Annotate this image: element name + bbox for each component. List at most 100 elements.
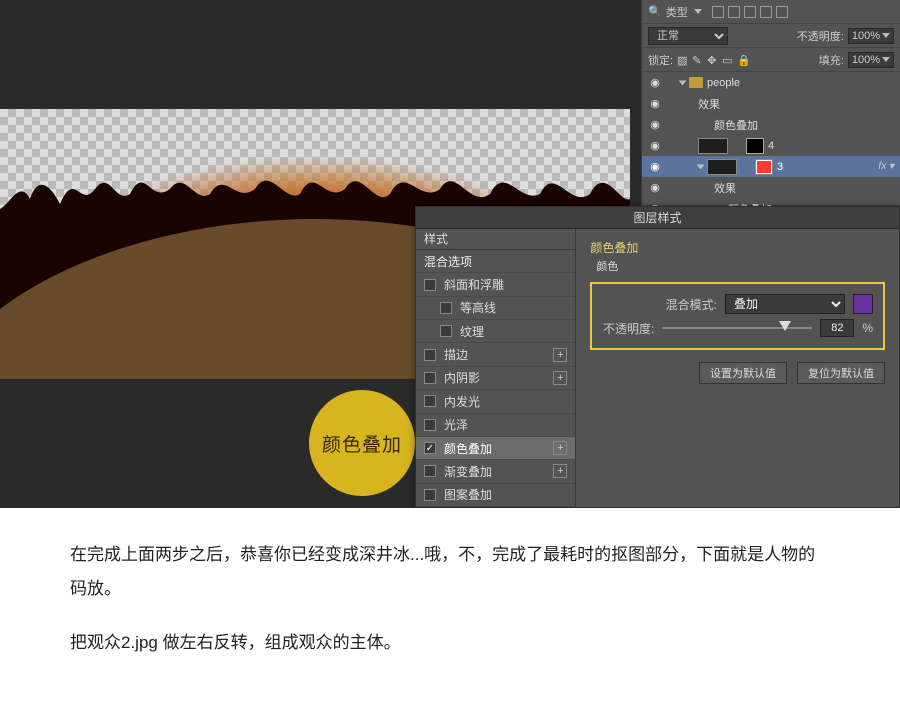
article-text: 在完成上面两步之后，恭喜你已经变成深井冰...哦，不，完成了最耗时的抠图部分，下…	[0, 508, 900, 710]
style-stroke[interactable]: 描边 +	[416, 343, 575, 366]
effects-label: 效果	[698, 96, 720, 112]
color-sublabel: 颜色	[590, 258, 885, 274]
disclosure-icon[interactable]	[697, 164, 705, 169]
blend-mode-label: 混合模式:	[665, 296, 717, 313]
opacity-value-field[interactable]	[820, 319, 854, 337]
checkbox[interactable]	[424, 489, 436, 501]
style-inner-glow[interactable]: 内发光	[416, 390, 575, 413]
paragraph-2: 把观众2.jpg 做左右反转，组成观众的主体。	[70, 626, 830, 660]
opacity-label: 不透明度:	[602, 320, 654, 337]
style-texture[interactable]: 纹理	[416, 320, 575, 343]
add-icon[interactable]: +	[553, 348, 567, 362]
folder-icon	[689, 77, 703, 88]
layer-thumb	[698, 138, 728, 154]
style-gradient-overlay[interactable]: 渐变叠加 +	[416, 460, 575, 483]
blend-mode-select[interactable]: 正常	[648, 27, 728, 45]
layer-style-settings: 颜色叠加 颜色 混合模式: 叠加 不透明度:	[576, 229, 899, 507]
filter-adjust-icon[interactable]	[728, 6, 740, 18]
style-inner-shadow[interactable]: 内阴影 +	[416, 367, 575, 390]
checkbox[interactable]	[424, 465, 436, 477]
reset-default-button[interactable]: 复位为默认值	[797, 362, 885, 384]
add-icon[interactable]: +	[553, 464, 567, 478]
layer-style-dialog: 图层样式 样式 混合选项 斜面和浮雕 等高线 纹理	[415, 206, 900, 508]
opacity-slider[interactable]	[662, 321, 812, 335]
layer-group-people[interactable]: ◉ people	[642, 72, 900, 93]
style-pattern-overlay[interactable]: 图案叠加	[416, 484, 575, 507]
style-contour[interactable]: 等高线	[416, 297, 575, 320]
checkbox[interactable]	[424, 279, 436, 291]
lock-artboard-icon[interactable]: ▭	[722, 54, 733, 65]
layer-effects[interactable]: ◉ 效果	[642, 93, 900, 114]
add-icon[interactable]: +	[553, 371, 567, 385]
opacity-label: 不透明度:	[797, 28, 844, 44]
chevron-down-icon[interactable]	[694, 9, 702, 14]
layers-filter-row: 🔍 类型	[642, 0, 900, 24]
filter-icons	[712, 6, 788, 18]
paragraph-1: 在完成上面两步之后，恭喜你已经变成深井冰...哦，不，完成了最耗时的抠图部分，下…	[70, 538, 830, 606]
filter-type-icon[interactable]	[744, 6, 756, 18]
percent-sign: %	[862, 321, 873, 335]
checkbox[interactable]	[424, 395, 436, 407]
photoshop-screenshot: 颜色叠加 🔍 类型 正常 不透明度: 100% 锁定:	[0, 0, 900, 508]
layer-3-effects[interactable]: ◉ 效果	[642, 177, 900, 198]
visibility-icon[interactable]: ◉	[648, 181, 662, 194]
layers-blend-row: 正常 不透明度: 100%	[642, 24, 900, 48]
lock-label: 锁定:	[648, 52, 673, 68]
lock-transparent-icon[interactable]: ▨	[677, 54, 688, 65]
effects-label: 效果	[714, 180, 736, 196]
layers-panel: 🔍 类型 正常 不透明度: 100% 锁定: ▨ ✎ ✥ ▭	[641, 0, 900, 206]
visibility-icon[interactable]: ◉	[648, 139, 662, 152]
disclosure-icon[interactable]	[679, 80, 687, 85]
highlighted-controls: 混合模式: 叠加 不透明度: %	[590, 282, 885, 350]
fill-value[interactable]: 100%	[848, 52, 894, 68]
layer-list: ◉ people ◉ 效果 ◉ 颜色叠加 ◉	[642, 72, 900, 219]
layer-name: 4	[768, 140, 774, 152]
lock-image-icon[interactable]: ✎	[692, 54, 703, 65]
checkbox[interactable]	[440, 325, 452, 337]
add-icon[interactable]: +	[553, 441, 567, 455]
blending-options[interactable]: 混合选项	[416, 250, 575, 273]
checkbox[interactable]	[424, 419, 436, 431]
layer-effect-color-overlay[interactable]: ◉ 颜色叠加	[642, 114, 900, 135]
opacity-value[interactable]: 100%	[848, 28, 894, 44]
fill-label: 填充:	[819, 52, 844, 68]
layers-lock-row: 锁定: ▨ ✎ ✥ ▭ 🔒 填充: 100%	[642, 48, 900, 72]
fx-badge[interactable]: fx ▾	[878, 161, 894, 172]
filter-type-label[interactable]: 类型	[666, 4, 688, 20]
annotation-badge-color-overlay: 颜色叠加	[309, 390, 415, 496]
badge-label: 颜色叠加	[322, 430, 402, 457]
style-bevel-emboss[interactable]: 斜面和浮雕	[416, 273, 575, 296]
section-title: 颜色叠加	[590, 239, 885, 256]
search-icon: 🔍	[648, 5, 662, 18]
checkbox[interactable]	[424, 349, 436, 361]
layer-4[interactable]: ◉ 4	[642, 135, 900, 156]
visibility-icon[interactable]: ◉	[648, 76, 662, 89]
default-buttons: 设置为默认值 复位为默认值	[590, 362, 885, 384]
visibility-icon[interactable]: ◉	[648, 160, 662, 173]
make-default-button[interactable]: 设置为默认值	[699, 362, 787, 384]
style-color-overlay[interactable]: 颜色叠加 +	[416, 437, 575, 460]
lock-all-icon[interactable]: 🔒	[737, 54, 748, 65]
color-swatch[interactable]	[853, 294, 873, 314]
dialog-title: 图层样式	[416, 207, 899, 229]
blend-mode-select[interactable]: 叠加	[725, 294, 845, 314]
layer-name: people	[707, 77, 740, 89]
lock-position-icon[interactable]: ✥	[707, 54, 718, 65]
filter-smart-icon[interactable]	[776, 6, 788, 18]
effect-name: 颜色叠加	[714, 117, 758, 133]
mask-thumb	[746, 138, 764, 154]
visibility-icon[interactable]: ◉	[648, 97, 662, 110]
styles-header[interactable]: 样式	[416, 229, 575, 250]
checkbox[interactable]	[440, 302, 452, 314]
layer-style-effects-list: 样式 混合选项 斜面和浮雕 等高线 纹理 描边	[416, 229, 576, 507]
checkbox[interactable]	[424, 442, 436, 454]
checkbox[interactable]	[424, 372, 436, 384]
filter-shape-icon[interactable]	[760, 6, 772, 18]
style-satin[interactable]: 光泽	[416, 414, 575, 437]
layer-3[interactable]: ◉ 3 fx ▾	[642, 156, 900, 177]
visibility-icon[interactable]: ◉	[648, 118, 662, 131]
filter-pixel-icon[interactable]	[712, 6, 724, 18]
chevron-down-icon	[882, 33, 890, 38]
opacity-row: 不透明度: %	[602, 316, 873, 340]
chevron-down-icon	[882, 57, 890, 62]
